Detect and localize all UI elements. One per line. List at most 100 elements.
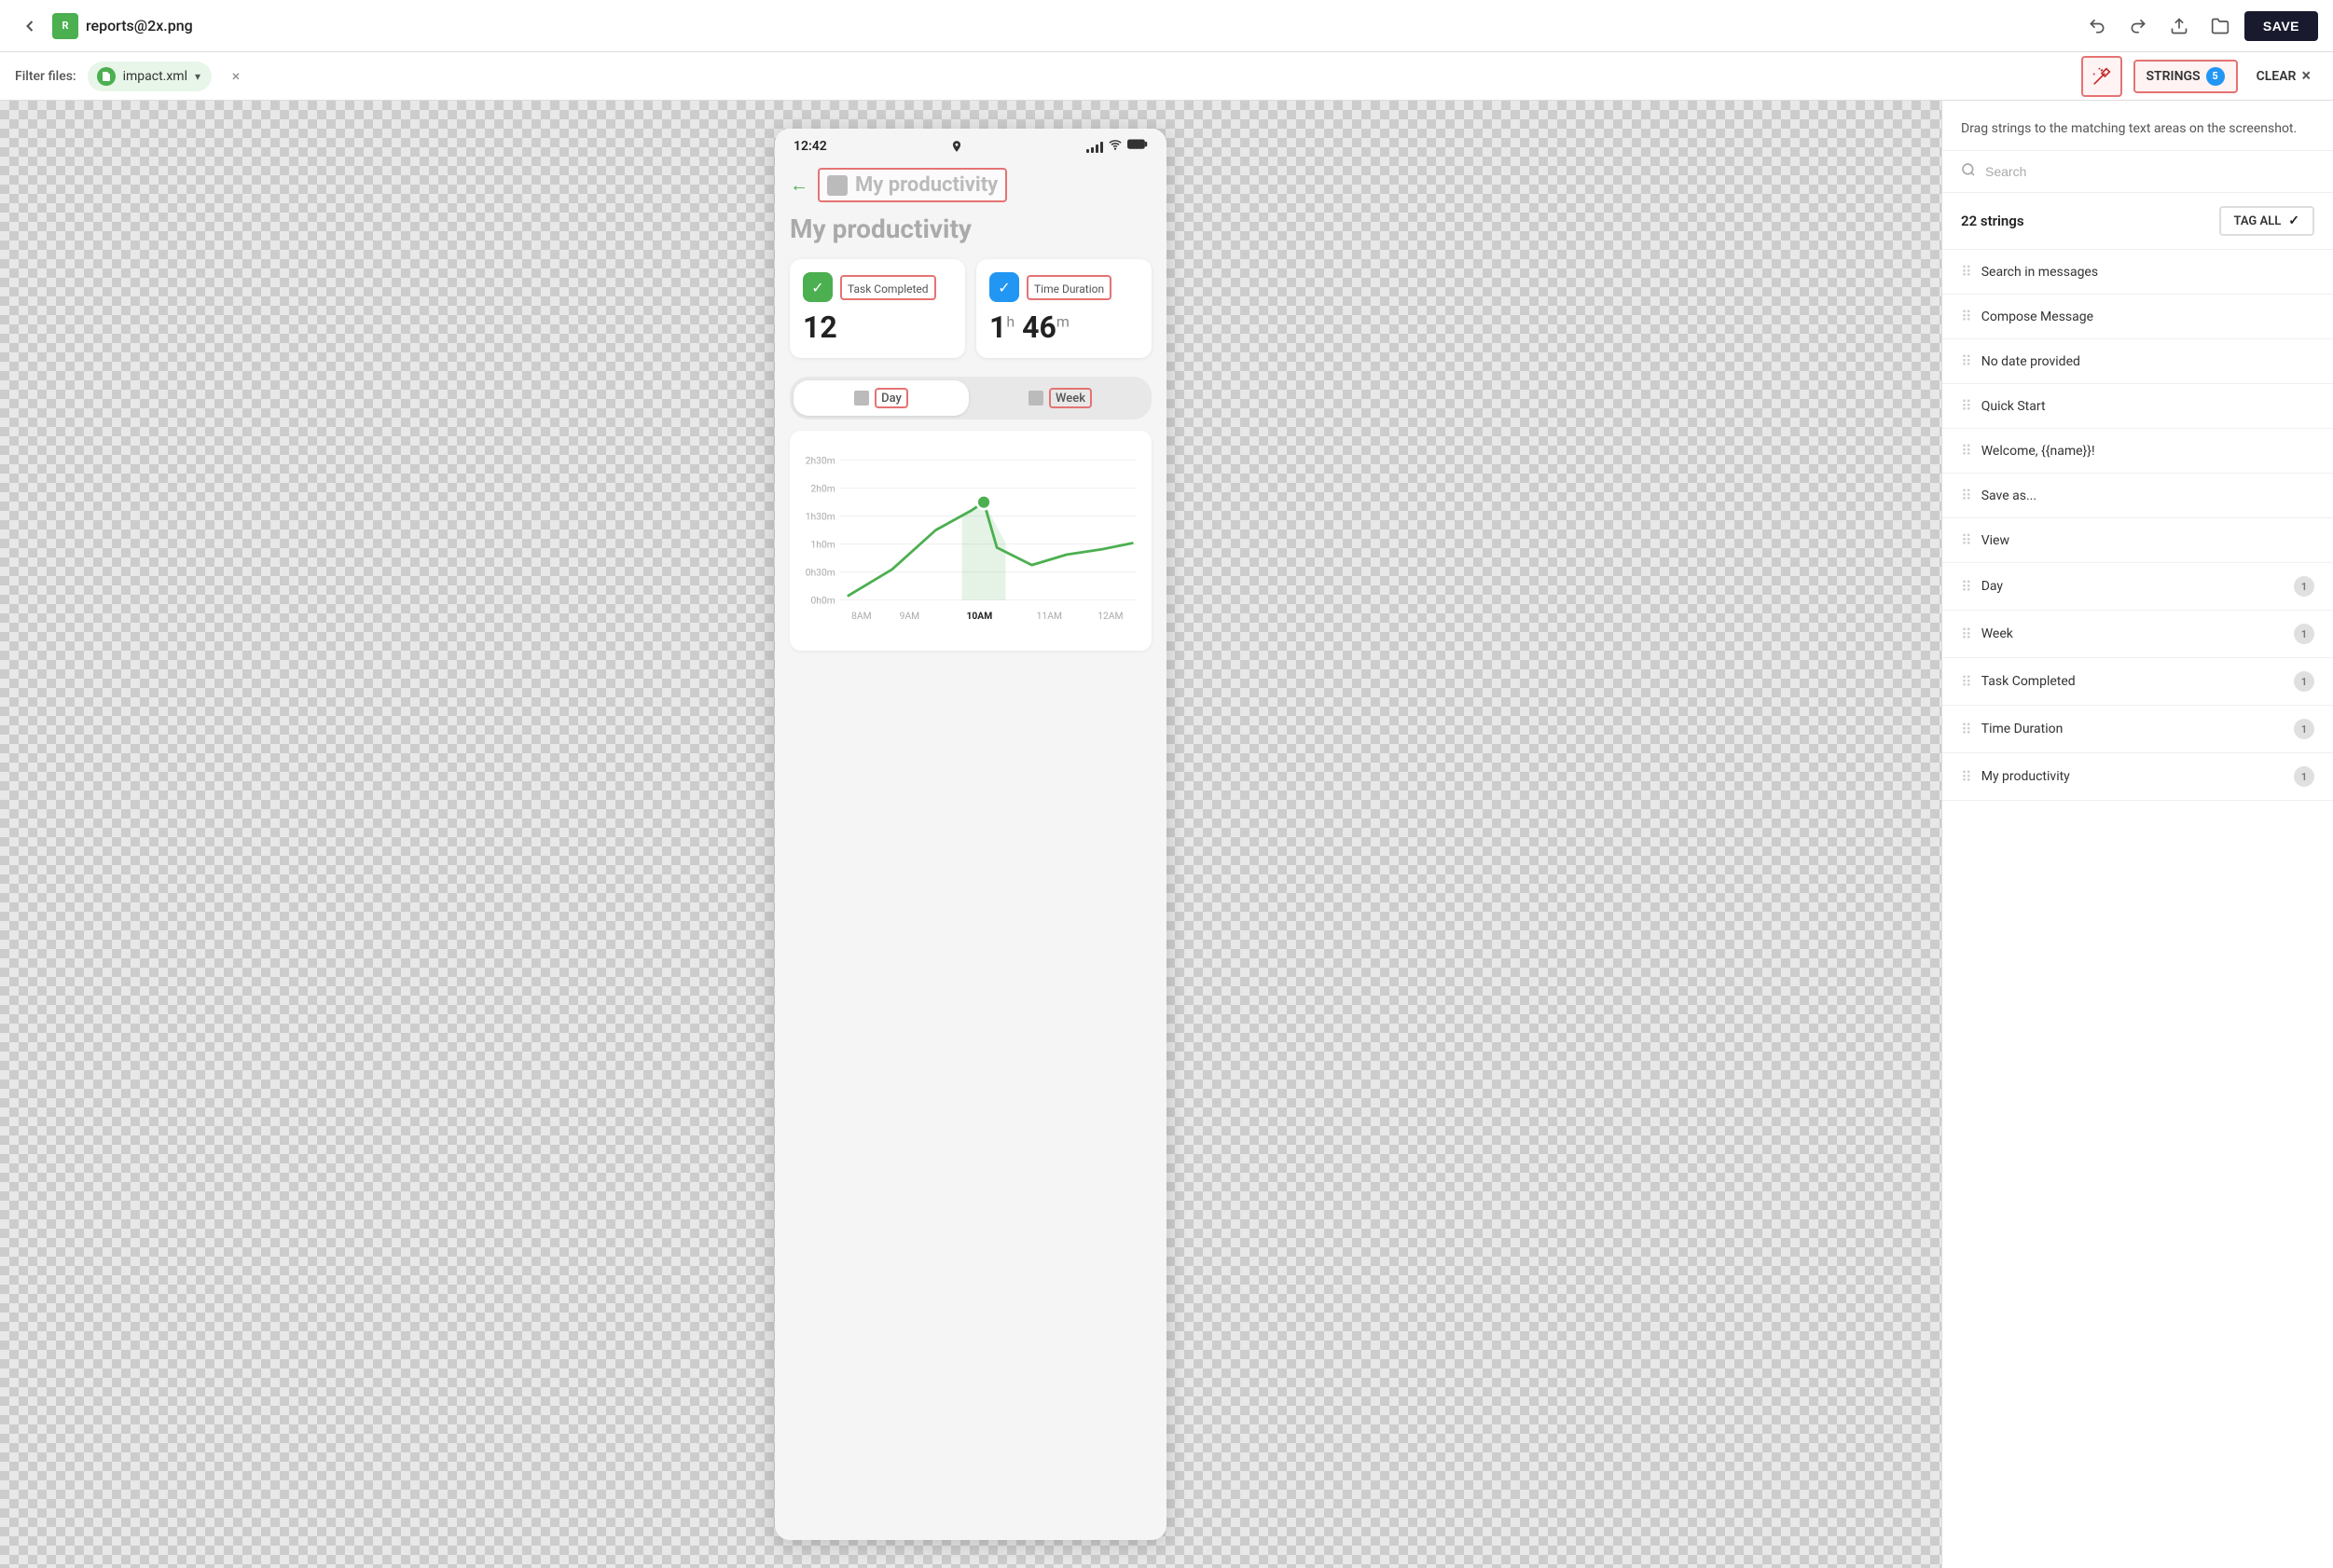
list-item[interactable]: ⠿ Task Completed 1 bbox=[1942, 658, 2333, 706]
string-text: View bbox=[1981, 533, 2314, 548]
task-completed-icon: ✓ bbox=[803, 272, 833, 302]
svg-text:2h30m: 2h30m bbox=[806, 454, 835, 466]
list-item[interactable]: ⠿ Save as... bbox=[1942, 474, 2333, 518]
strings-button[interactable]: STRINGS 5 bbox=[2133, 60, 2238, 93]
topbar-actions: SAVE bbox=[2080, 9, 2318, 43]
hours-unit: h bbox=[1006, 312, 1015, 330]
search-icon bbox=[1961, 162, 1976, 181]
drag-handle: ⠿ bbox=[1961, 442, 1970, 460]
drag-handle: ⠿ bbox=[1961, 263, 1970, 281]
panel-count-row: 22 strings TAG ALL ✓ bbox=[1942, 193, 2333, 250]
file-filter-select[interactable]: impact.xml ▾ bbox=[88, 62, 212, 91]
drag-handle: ⠿ bbox=[1961, 531, 1970, 549]
drag-handle: ⠿ bbox=[1961, 487, 1970, 504]
file-icon bbox=[97, 67, 116, 86]
string-text: Search in messages bbox=[1981, 265, 2314, 280]
list-item[interactable]: ⠿ My productivity 1 bbox=[1942, 753, 2333, 801]
clear-button[interactable]: CLEAR × bbox=[2249, 61, 2318, 91]
list-item[interactable]: ⠿ No date provided bbox=[1942, 339, 2333, 384]
tab-day[interactable]: Day bbox=[794, 380, 969, 416]
tab-week-icon bbox=[1028, 391, 1043, 406]
magic-wand-button[interactable] bbox=[2081, 56, 2122, 97]
svg-text:8AM: 8AM bbox=[851, 610, 872, 622]
chart-area: 2h30m 2h0m 1h30m 1h0m 0h30m 0h0m 8AM 9AM… bbox=[790, 431, 1152, 651]
undo-button[interactable] bbox=[2080, 9, 2114, 43]
tag-all-button[interactable]: TAG ALL ✓ bbox=[2219, 206, 2315, 236]
upload-button[interactable] bbox=[2162, 9, 2196, 43]
tag-all-label: TAG ALL bbox=[2234, 214, 2282, 228]
phone-title-label: My productivity bbox=[855, 173, 998, 197]
svg-text:0h0m: 0h0m bbox=[811, 594, 835, 606]
phone-time: 12:42 bbox=[794, 139, 827, 154]
list-item[interactable]: ⠿ Welcome, {{name}}! bbox=[1942, 429, 2333, 474]
back-button[interactable] bbox=[15, 11, 45, 41]
topbar-left: R reports@2x.png bbox=[15, 11, 2069, 41]
string-text: Welcome, {{name}}! bbox=[1981, 444, 2314, 459]
panel-description: Drag strings to the matching text areas … bbox=[1942, 101, 2333, 151]
time-card-header: ✓ Time Duration bbox=[989, 272, 1139, 302]
list-item[interactable]: ⠿ View bbox=[1942, 518, 2333, 563]
strings-label: STRINGS bbox=[2147, 69, 2201, 84]
screenshot-area: 12:42 bbox=[0, 101, 1941, 1568]
drag-handle: ⠿ bbox=[1961, 673, 1970, 691]
list-item[interactable]: ⠿ Week 1 bbox=[1942, 611, 2333, 658]
phone-header: ← My productivity bbox=[775, 160, 1166, 213]
chart-peak-dot bbox=[977, 495, 991, 509]
redo-button[interactable] bbox=[2121, 9, 2155, 43]
folder-button[interactable] bbox=[2203, 9, 2237, 43]
svg-text:9AM: 9AM bbox=[900, 610, 920, 622]
battery-icon bbox=[1127, 138, 1148, 155]
string-match-badge: 1 bbox=[2294, 719, 2314, 739]
tab-week[interactable]: Week bbox=[973, 380, 1148, 416]
task-completed-value: 12 bbox=[803, 309, 952, 345]
tab-day-label: Day bbox=[881, 392, 902, 406]
stats-row: ✓ Task Completed 12 ✓ Time Duration bbox=[775, 252, 1166, 365]
phone-status-icons bbox=[1086, 138, 1148, 155]
main-content: 12:42 bbox=[0, 101, 2333, 1568]
time-duration-value: 1h 46m bbox=[989, 309, 1139, 345]
drag-handle: ⠿ bbox=[1961, 626, 1970, 643]
tab-day-icon bbox=[854, 391, 869, 406]
task-card-header: ✓ Task Completed bbox=[803, 272, 952, 302]
drag-handle: ⠿ bbox=[1961, 721, 1970, 738]
tag-all-check-icon: ✓ bbox=[2288, 213, 2299, 228]
strings-count-badge: 5 bbox=[2206, 67, 2225, 86]
filter-label: Filter files: bbox=[15, 69, 76, 84]
string-match-badge: 1 bbox=[2294, 576, 2314, 597]
svg-text:1h30m: 1h30m bbox=[806, 510, 835, 522]
string-text: Day bbox=[1981, 579, 2283, 594]
time-duration-label: Time Duration bbox=[1034, 282, 1104, 296]
string-text: No date provided bbox=[1981, 354, 2314, 369]
file-title: reports@2x.png bbox=[86, 17, 193, 34]
list-item[interactable]: ⠿ Quick Start bbox=[1942, 384, 2333, 429]
list-item[interactable]: ⠿ Day 1 bbox=[1942, 563, 2333, 611]
tab-day-label-box: Day bbox=[875, 388, 908, 408]
list-item[interactable]: ⠿ Compose Message bbox=[1942, 295, 2333, 339]
panel-search-input[interactable] bbox=[1985, 164, 2314, 179]
drag-handle: ⠿ bbox=[1961, 768, 1970, 786]
svg-text:11AM: 11AM bbox=[1037, 610, 1062, 622]
svg-text:10AM: 10AM bbox=[966, 610, 992, 622]
time-duration-card: ✓ Time Duration 1h 46m bbox=[976, 259, 1152, 358]
strings-list: ⠿ Search in messages ⠿ Compose Message ⠿… bbox=[1942, 250, 2333, 1568]
phone-title-box: My productivity bbox=[818, 168, 1007, 202]
string-match-badge: 1 bbox=[2294, 624, 2314, 644]
tab-week-label: Week bbox=[1056, 392, 1085, 406]
tab-week-label-box: Week bbox=[1049, 388, 1092, 408]
string-text: Save as... bbox=[1981, 488, 2314, 503]
filter-close-button[interactable]: × bbox=[223, 63, 249, 89]
list-item[interactable]: ⠿ Search in messages bbox=[1942, 250, 2333, 295]
string-text: Quick Start bbox=[1981, 399, 2314, 414]
mins-unit: m bbox=[1056, 312, 1070, 330]
string-text: Compose Message bbox=[1981, 309, 2314, 324]
time-hours: 1 bbox=[989, 309, 1006, 345]
phone-status-bar: 12:42 bbox=[775, 129, 1166, 160]
location-icon bbox=[950, 140, 963, 153]
wifi-icon bbox=[1108, 138, 1123, 155]
topbar: R reports@2x.png SAVE bbox=[0, 0, 2333, 52]
phone-back-arrow[interactable]: ← bbox=[790, 173, 808, 197]
time-duration-label-box: Time Duration bbox=[1027, 275, 1111, 300]
productivity-chart: 2h30m 2h0m 1h30m 1h0m 0h30m 0h0m 8AM 9AM… bbox=[805, 446, 1137, 632]
save-button[interactable]: SAVE bbox=[2244, 11, 2318, 41]
list-item[interactable]: ⠿ Time Duration 1 bbox=[1942, 706, 2333, 753]
